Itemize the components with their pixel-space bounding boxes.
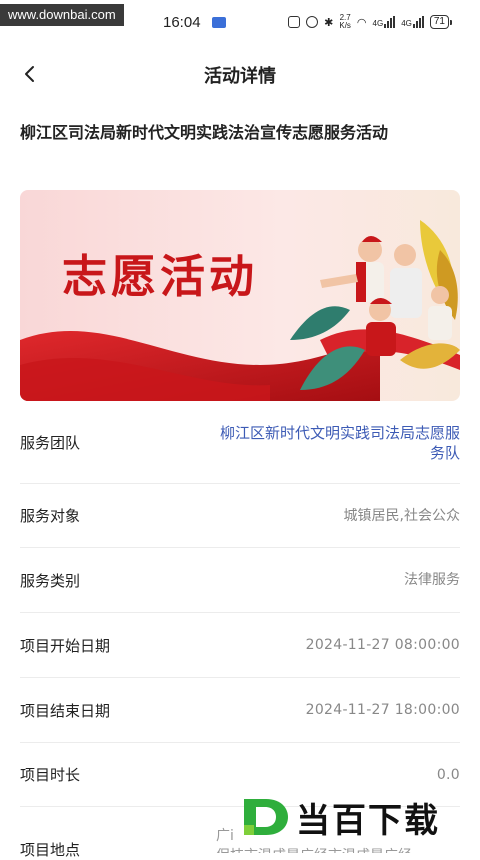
detail-label: 项目开始日期 — [20, 636, 111, 655]
wifi-icon: ◠ — [356, 16, 367, 29]
activity-title: 柳江区司法局新时代文明实践法治宣传志愿服务活动 — [20, 123, 389, 142]
net-speed: 2.7 K/s — [339, 13, 351, 30]
nfc-icon — [288, 16, 301, 28]
watermark-brand: 当百下载 — [238, 792, 440, 842]
alarm-icon — [306, 16, 319, 28]
detail-label: 项目时长 — [20, 766, 81, 784]
battery-icon: 71 — [429, 15, 452, 29]
detail-value: 2024-11-27 18:00:00 — [305, 702, 460, 718]
detail-value: 城镇居民,社会公众 — [343, 507, 460, 524]
detail-label: 服务对象 — [20, 507, 81, 525]
bluetooth-icon: ✱ — [324, 16, 334, 29]
status-icons: ✱ 2.7 K/s ◠ 4G 4G 71 — [288, 14, 452, 30]
signal-icon-1: 4G — [373, 16, 396, 28]
page-title: 活动详情 — [204, 66, 276, 87]
activity-banner-image: 志愿活动 — [20, 190, 460, 401]
status-time: 16:04 — [163, 14, 201, 31]
detail-value: 法律服务 — [404, 572, 460, 588]
detail-row-category: 服务类别 法律服务 — [20, 548, 460, 613]
app-notification-icon — [212, 17, 226, 28]
detail-label: 服务团队 — [20, 434, 81, 452]
detail-row-team: 服务团队 柳江区新时代文明实践司法局志愿服务队 — [20, 402, 460, 484]
detail-row-end-date: 项目结束日期 2024-11-27 18:00:00 — [20, 678, 460, 743]
brand-logo-icon — [244, 799, 288, 835]
watermark-site: www.downbai.com — [0, 4, 124, 26]
app-header: 活动详情 — [0, 50, 480, 98]
service-team-link[interactable]: 柳江区新时代文明实践司法局志愿服务队 — [210, 423, 460, 463]
detail-list: 服务团队 柳江区新时代文明实践司法局志愿服务队 服务对象 城镇居民,社会公众 服… — [20, 402, 460, 859]
detail-value: 2024-11-27 08:00:00 — [305, 637, 460, 653]
detail-row-start-date: 项目开始日期 2024-11-27 08:00:00 — [20, 613, 460, 678]
detail-row-target: 服务对象 城镇居民,社会公众 — [20, 484, 460, 548]
detail-label: 项目地点 — [20, 841, 81, 859]
watermark-brand-text: 当百下载 — [296, 800, 440, 841]
banner-heading: 志愿活动 — [62, 250, 259, 303]
detail-value: 0.0 — [436, 766, 460, 783]
detail-label: 项目结束日期 — [20, 701, 111, 720]
signal-icon-2: 4G — [401, 16, 424, 28]
detail-label: 服务类别 — [20, 571, 81, 590]
